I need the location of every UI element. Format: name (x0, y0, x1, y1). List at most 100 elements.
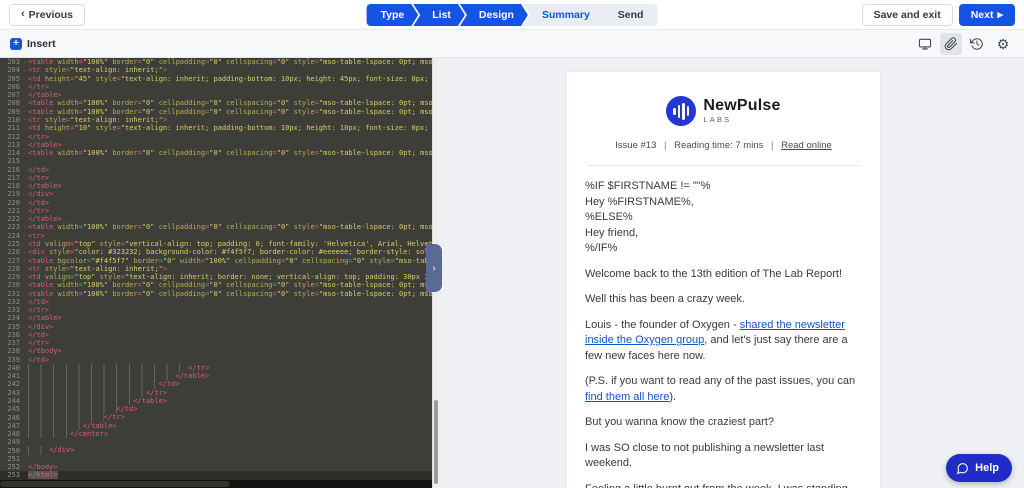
code-line[interactable]: 222 </table> (0, 215, 432, 223)
code-line[interactable]: 239 </td> (0, 356, 432, 364)
email-paragraph: But you wanna know the craziest part? (585, 416, 774, 428)
top-bar: ‹ Previous Type List Design Summary Send… (0, 0, 1024, 30)
html-code-editor[interactable]: 203- <table width="100%" border="0" cellp… (0, 58, 438, 488)
code-line[interactable]: 227- <table bgcolor="#f4f5f7" border="0" … (0, 256, 432, 265)
meta-separator: | (664, 140, 667, 151)
main-area: 203- <table width="100%" border="0" cellp… (0, 58, 1024, 488)
settings-button[interactable]: ⚙ (992, 33, 1014, 55)
code-line[interactable]: 253 </html> (0, 471, 432, 480)
logo-name: NewPulse (703, 97, 781, 115)
help-label: Help (975, 462, 999, 474)
code-line[interactable]: 245 </td> (0, 405, 432, 414)
desktop-preview-button[interactable] (914, 33, 936, 55)
code-line[interactable]: 247 </table> (0, 421, 432, 430)
email-link[interactable]: shared the newsletter inside the Oxygen … (585, 319, 845, 347)
issue-meta-line: Issue #13 | Reading time: 7 mins | Read … (585, 140, 862, 151)
email-link[interactable]: find them all here (585, 391, 669, 403)
tab-type-label: Type (380, 9, 405, 21)
code-line[interactable]: 237 </tr> (0, 339, 432, 347)
monitor-icon (918, 38, 932, 50)
read-online-link[interactable]: Read online (781, 140, 832, 151)
reading-time: Reading time: 7 mins (674, 140, 764, 151)
code-line[interactable]: 232 </td> (0, 298, 432, 306)
previous-button[interactable]: ‹ Previous (9, 3, 86, 26)
code-line[interactable]: 214- <table width="100%" border="0" cellp… (0, 149, 432, 157)
code-line[interactable]: 207 </table> (0, 91, 432, 99)
code-line[interactable]: 216 </td> (0, 165, 432, 174)
meta-separator: | (771, 140, 774, 151)
code-line[interactable]: 246 </tr> (0, 413, 432, 422)
tab-list[interactable]: List (413, 4, 465, 26)
code-line[interactable]: 211 <td height="10" style="text-align: in… (0, 124, 432, 132)
email-paragraph: Well this has been a crazy week. (585, 293, 745, 305)
code-line[interactable]: 215 (0, 157, 432, 165)
panel-collapse-handle[interactable]: › (426, 244, 442, 292)
email-paragraph: %IF $FIRSTNAME != ""% Hey %FIRSTNAME%, %EL… (585, 180, 711, 254)
tab-send-label: Send (617, 9, 644, 21)
code-line[interactable]: 249 (0, 438, 432, 446)
email-paragraph: Welcome back to the 13th edition of The … (585, 267, 843, 280)
code-line[interactable]: 203- <table width="100%" border="0" cellp… (0, 58, 432, 66)
chevron-right-icon: ▸ (997, 8, 1003, 21)
code-line[interactable]: 226- <div style="color: #323232; backgrou… (0, 248, 432, 256)
tab-send[interactable]: Send (603, 4, 658, 26)
code-line[interactable]: 252 </body> (0, 463, 432, 471)
tab-type[interactable]: Type (367, 4, 419, 26)
code-line[interactable]: 229 <td valign="top" style="text-align: i… (0, 273, 432, 281)
code-line[interactable]: 238 </tbody> (0, 347, 432, 355)
code-line[interactable]: 233 </tr> (0, 306, 432, 314)
code-line[interactable]: 206 </tr> (0, 83, 432, 91)
history-button[interactable] (966, 33, 988, 55)
code-line[interactable]: 250 </div> (0, 446, 432, 455)
insert-button[interactable]: + Insert (10, 37, 56, 50)
gear-icon: ⚙ (996, 36, 1010, 52)
code-line[interactable]: 218 </table> (0, 182, 432, 190)
code-line[interactable]: 243 </tr> (0, 388, 432, 397)
code-line[interactable]: 220 </td> (0, 199, 432, 207)
tab-summary[interactable]: Summary (522, 4, 604, 26)
newsletter-logo: NewPulse LABS (585, 94, 862, 128)
code-line[interactable]: 213 </table> (0, 141, 432, 149)
code-line[interactable]: 208 <table width="100%" border="0" cellpa… (0, 99, 432, 107)
code-line[interactable]: 248 </center> (0, 429, 432, 439)
plus-icon: + (10, 37, 22, 50)
code-line[interactable]: 224- <tr> (0, 232, 432, 240)
code-line[interactable]: 234 </table> (0, 314, 432, 322)
code-line[interactable]: 221 </tr> (0, 207, 432, 215)
editor-toolbar: + Insert ⚙ (0, 30, 1024, 58)
code-line[interactable]: 251 (0, 455, 432, 463)
code-line[interactable]: 212 </tr> (0, 132, 432, 141)
email-paragraph: Feeling a little burnt out from the week… (585, 482, 862, 488)
code-line[interactable]: 204- <tr style="text-align: inherit;"> (0, 66, 432, 74)
code-line[interactable]: 217 </tr> (0, 174, 432, 182)
next-button[interactable]: Next ▸ (958, 4, 1015, 26)
code-line[interactable]: 231 <table width="100%" border="0" cellpa… (0, 289, 432, 298)
help-button[interactable]: Help (946, 454, 1012, 482)
save-and-exit-button[interactable]: Save and exit (861, 4, 953, 26)
code-line[interactable]: 242 </td> (0, 380, 432, 389)
code-line[interactable]: 228 <tr style="text-align: inherit;"> (0, 265, 432, 273)
tab-list-label: List (432, 9, 451, 21)
email-preview-card: NewPulse LABS Issue #13 | Reading time: … (566, 71, 881, 488)
editor-horizontal-scrollbar[interactable] (0, 480, 432, 488)
code-line[interactable]: 210- <tr style="text-align: inherit;"> (0, 116, 432, 124)
code-line[interactable]: 235 </div> (0, 323, 432, 331)
code-line[interactable]: 205 <td height="45" style="text-align: in… (0, 75, 432, 83)
chat-bubble-icon (956, 462, 969, 474)
history-icon (970, 38, 983, 50)
code-line[interactable]: 240 </tr> (0, 363, 432, 373)
code-line[interactable]: 230 <table width="100%" border="0" cellpa… (0, 281, 432, 289)
tab-design[interactable]: Design (460, 4, 528, 26)
code-line[interactable]: 236 </td> (0, 331, 432, 339)
chevron-left-icon: ‹ (21, 8, 25, 20)
email-paragraph: Louis - the founder of Oxygen - shared t… (585, 318, 848, 362)
code-line[interactable]: 209- <table width="100%" border="0" cellp… (0, 108, 432, 116)
attachment-button[interactable] (940, 33, 962, 55)
code-line[interactable]: 241 </table> (0, 372, 432, 381)
code-line[interactable]: 244 </table> (0, 396, 432, 406)
horizontal-scrollbar-thumb[interactable] (0, 481, 230, 487)
code-line[interactable]: 219 </div> (0, 190, 432, 198)
pulse-logo-icon (666, 96, 697, 126)
code-line[interactable]: 225 <td valign="top" style="vertical-alig… (0, 240, 432, 248)
code-line[interactable]: 223- <table width="100%" border="0" cellp… (0, 223, 432, 231)
